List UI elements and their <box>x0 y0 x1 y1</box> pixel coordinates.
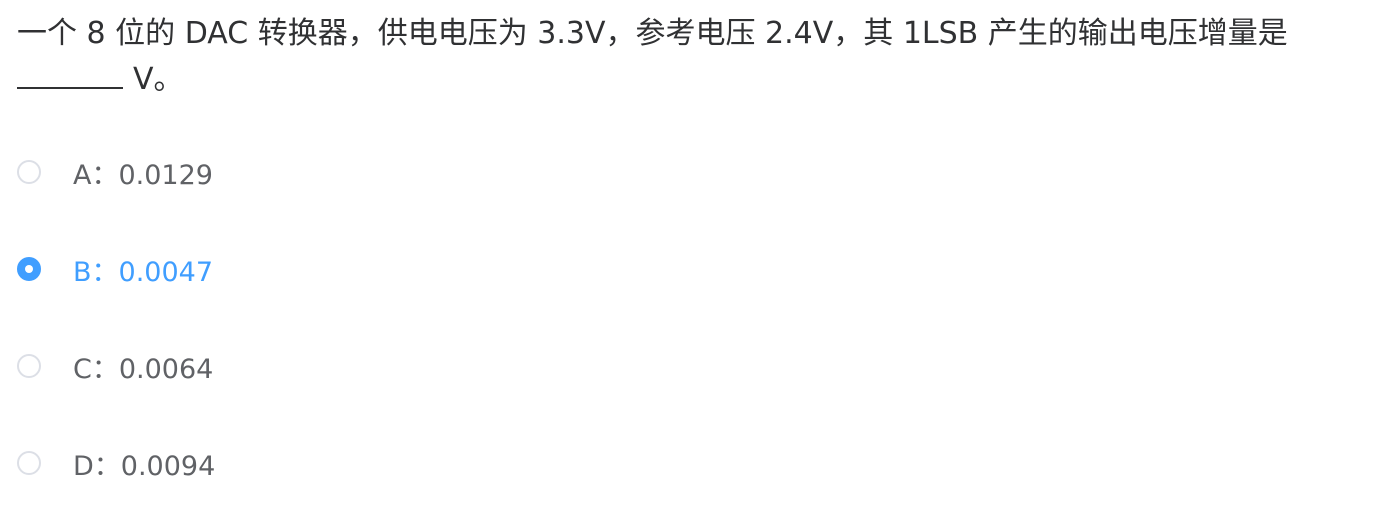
option-b-label: B：0.0047 <box>73 256 214 288</box>
option-b[interactable]: B：0.0047 <box>17 247 213 291</box>
option-c-label: C：0.0064 <box>73 353 214 385</box>
radio-a[interactable] <box>17 160 41 184</box>
option-d-label: D：0.0094 <box>73 450 216 482</box>
radio-c[interactable] <box>17 354 41 378</box>
option-c[interactable]: C：0.0064 <box>17 344 213 388</box>
option-a[interactable]: A：0.0129 <box>17 150 213 194</box>
question-text: 一个 8 位的 DAC 转换器，供电电压为 3.3V，参考电压 2.4V，其 1… <box>17 13 1357 101</box>
radio-d[interactable] <box>17 451 41 475</box>
question-unit: V。 <box>133 62 184 97</box>
radio-b[interactable] <box>17 257 41 281</box>
option-a-label: A：0.0129 <box>73 159 213 191</box>
question-stem: 一个 8 位的 DAC 转换器，供电电压为 3.3V，参考电压 2.4V，其 1… <box>17 16 1288 51</box>
answer-blank <box>17 55 123 89</box>
option-d[interactable]: D：0.0094 <box>17 441 215 485</box>
